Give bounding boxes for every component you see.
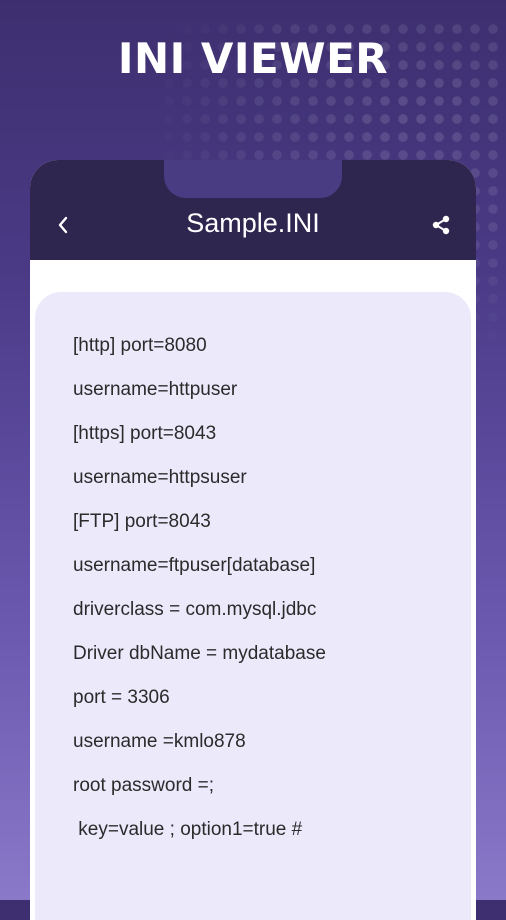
file-line: driverclass = com.mysql.jdbc [73,599,317,620]
phone-frame: Sample.INI [http] port=8080 username=htt… [30,160,476,920]
file-line: key=value ; option1=true # [73,819,303,840]
file-line: Driver dbName = mydatabase [73,643,326,664]
phone-notch [164,160,342,198]
file-line: [https] port=8043 [73,423,217,444]
file-line: username=httpsuser [73,467,247,488]
file-content-panel: [http] port=8080 username=httpuser [http… [35,292,471,920]
file-line: username=ftpuser[database] [73,555,316,576]
promo-headline: INI VIEWER [117,34,389,83]
app-bar: Sample.INI [30,160,476,260]
share-button[interactable] [426,210,456,240]
file-line: [FTP] port=8043 [73,511,211,532]
file-line: username=httpuser [73,379,238,400]
file-line: username =kmlo878 [73,731,246,752]
file-line: root password =; [73,775,214,796]
file-title: Sample.INI [186,208,320,238]
share-icon [432,215,450,235]
file-line: port = 3306 [73,687,170,708]
file-lines: [http] port=8080 username=httpuser [http… [73,324,326,852]
file-line: [http] port=8080 [73,335,207,356]
